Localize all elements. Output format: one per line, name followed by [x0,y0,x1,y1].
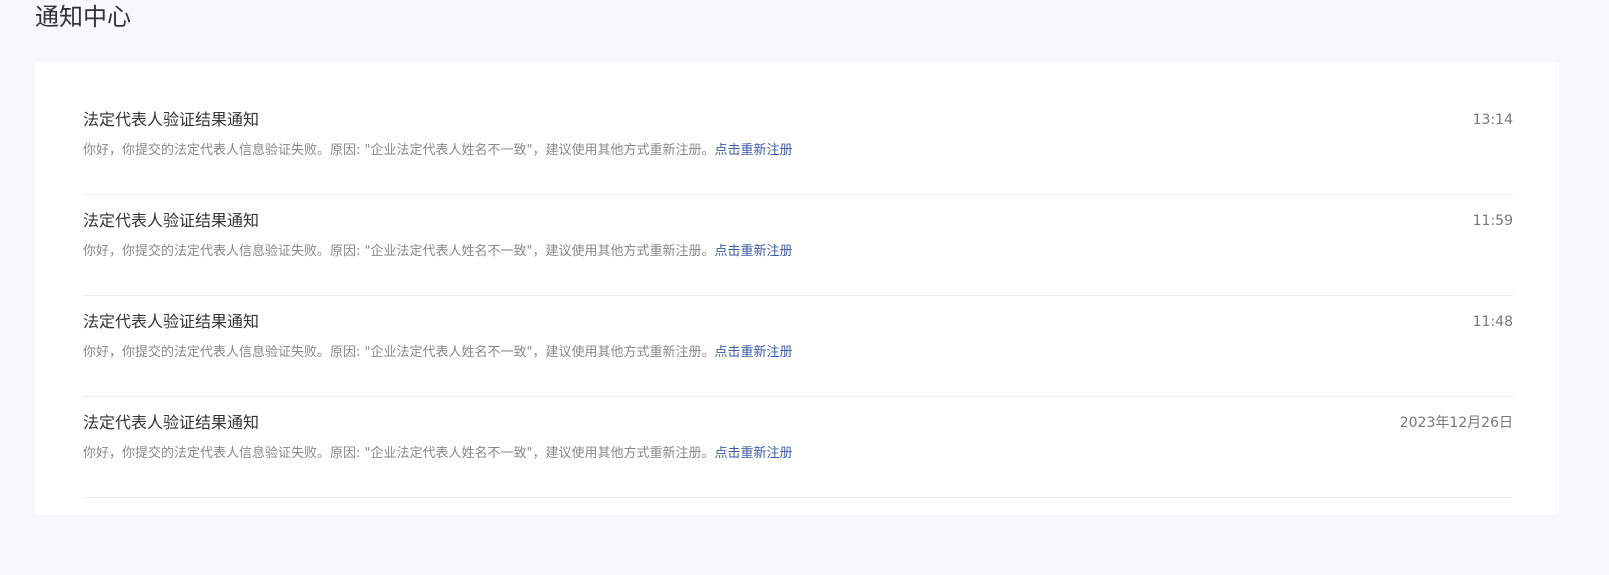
notification-item[interactable]: 法定代表人验证结果通知 11:59 你好，你提交的法定代表人信息验证失败。原因:… [83,195,1513,296]
notification-time: 11:48 [1472,314,1513,330]
notification-message: 你好，你提交的法定代表人信息验证失败。原因: "企业法定代表人姓名不一致"，建议… [83,345,715,360]
re-register-link[interactable]: 点击重新注册 [714,345,792,360]
notification-list: 法定代表人验证结果通知 13:14 你好，你提交的法定代表人信息验证失败。原因:… [83,94,1513,498]
notification-message: 你好，你提交的法定代表人信息验证失败。原因: "企业法定代表人姓名不一致"，建议… [83,244,715,259]
page-title: 通知中心 [35,3,131,31]
notification-time: 11:59 [1472,213,1513,229]
notification-title: 法定代表人验证结果通知 [83,312,260,331]
notification-title: 法定代表人验证结果通知 [83,110,260,129]
notification-item[interactable]: 法定代表人验证结果通知 13:14 你好，你提交的法定代表人信息验证失败。原因:… [83,94,1513,195]
notification-time: 2023年12月26日 [1399,415,1513,431]
notification-body: 你好，你提交的法定代表人信息验证失败。原因: "企业法定代表人姓名不一致"，建议… [83,445,793,463]
notification-body: 你好，你提交的法定代表人信息验证失败。原因: "企业法定代表人姓名不一致"，建议… [83,344,793,362]
notification-item[interactable]: 法定代表人验证结果通知 11:48 你好，你提交的法定代表人信息验证失败。原因:… [83,296,1513,397]
notification-title: 法定代表人验证结果通知 [83,211,260,230]
notification-panel: 法定代表人验证结果通知 13:14 你好，你提交的法定代表人信息验证失败。原因:… [35,62,1559,515]
notification-body: 你好，你提交的法定代表人信息验证失败。原因: "企业法定代表人姓名不一致"，建议… [83,243,793,261]
re-register-link[interactable]: 点击重新注册 [714,446,792,461]
re-register-link[interactable]: 点击重新注册 [714,244,792,259]
notification-message: 你好，你提交的法定代表人信息验证失败。原因: "企业法定代表人姓名不一致"，建议… [83,446,715,461]
notification-title: 法定代表人验证结果通知 [83,413,260,432]
notification-body: 你好，你提交的法定代表人信息验证失败。原因: "企业法定代表人姓名不一致"，建议… [83,142,793,160]
notification-time: 13:14 [1472,112,1513,128]
notification-item[interactable]: 法定代表人验证结果通知 2023年12月26日 你好，你提交的法定代表人信息验证… [83,397,1513,498]
re-register-link[interactable]: 点击重新注册 [714,143,792,158]
notification-message: 你好，你提交的法定代表人信息验证失败。原因: "企业法定代表人姓名不一致"，建议… [83,143,715,158]
